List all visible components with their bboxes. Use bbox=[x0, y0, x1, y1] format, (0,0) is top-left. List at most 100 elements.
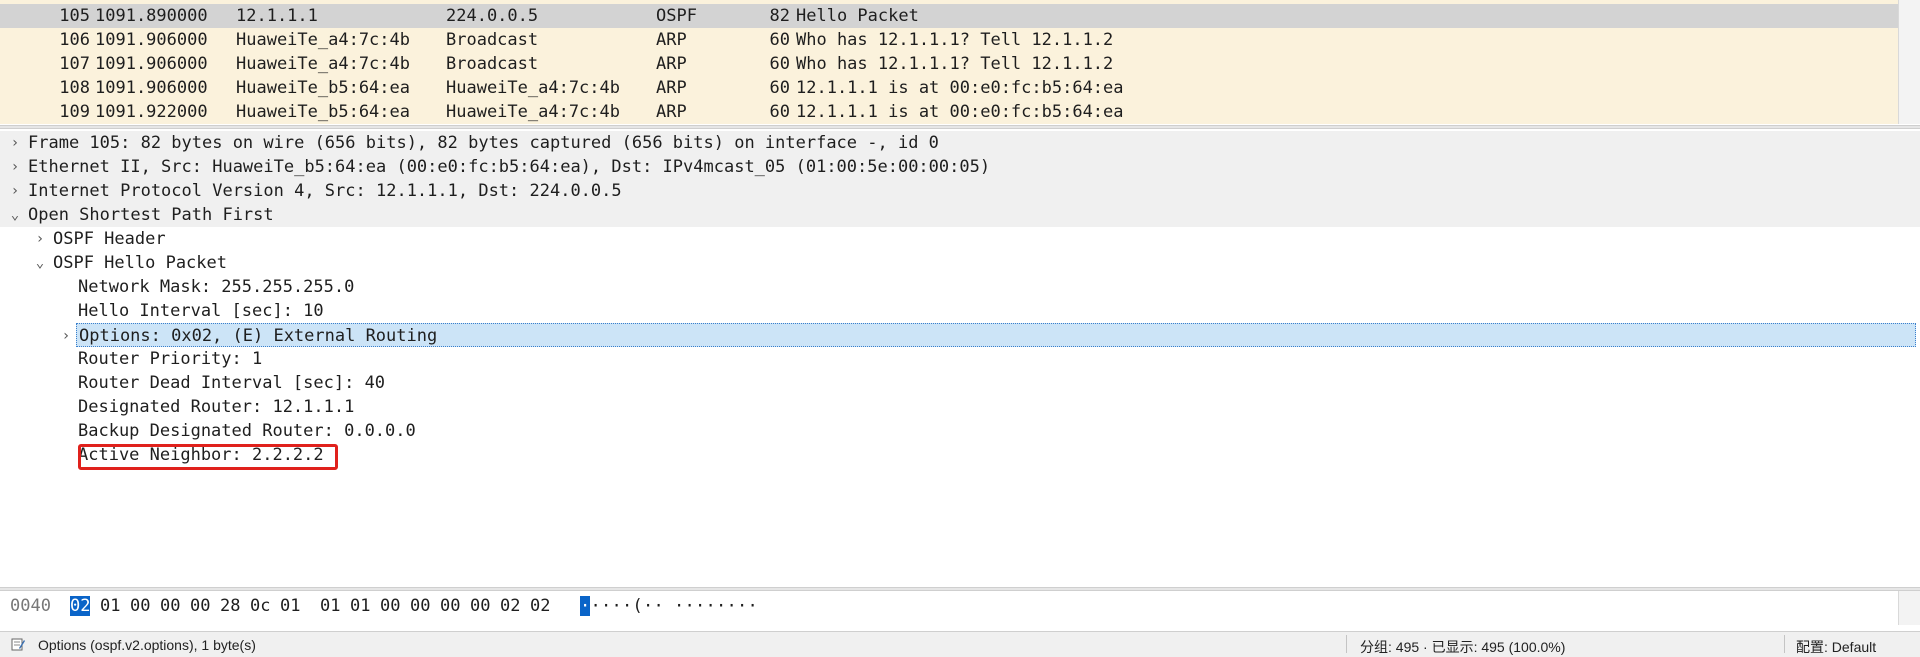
tree-item[interactable]: Router Dead Interval [sec]: 40 bbox=[0, 371, 1920, 395]
collapse-arrow-icon[interactable]: ⌄ bbox=[33, 251, 47, 275]
packet-cell-proto: ARP bbox=[656, 102, 687, 122]
expand-arrow-icon[interactable]: › bbox=[33, 227, 47, 251]
hex-byte[interactable]: 28 bbox=[220, 596, 240, 616]
ascii-char[interactable]: · bbox=[612, 596, 622, 616]
packet-cell-src: HuaweiTe_a4:7c:4b bbox=[236, 30, 410, 50]
packet-detail-tree[interactable]: › Frame 105: 82 bytes on wire (656 bits),… bbox=[0, 131, 1920, 588]
packet-bytes-pane[interactable]: 0040 02 01 00 00 00 28 0c 01 01 01 00 00 00 00 02 02 · · ·… bbox=[0, 591, 1898, 625]
packet-row[interactable]: 106 1091.906000 HuaweiTe_a4:7c:4b Broadcast… bbox=[0, 28, 1898, 52]
packet-row[interactable]: 109 1091.922000 HuaweiTe_b5:64:ea HuaweiTe_… bbox=[0, 100, 1898, 124]
ascii-char[interactable]: · bbox=[695, 596, 705, 616]
hex-byte[interactable]: 00 bbox=[130, 596, 150, 616]
ascii-char[interactable]: ( bbox=[633, 596, 643, 616]
packet-cell-src: HuaweiTe_b5:64:ea bbox=[236, 78, 410, 98]
tree-item[interactable]: › Ethernet II, Src: HuaweiTe_b5:64:ea (00… bbox=[0, 155, 1920, 179]
status-field-info: Options (ospf.v2.options), 1 byte(s) bbox=[38, 637, 256, 653]
status-packet-count: 分组: 495 · 已显示: 495 (100.0%) bbox=[1360, 639, 1566, 655]
tree-item[interactable]: Hello Interval [sec]: 10 bbox=[0, 299, 1920, 323]
ascii-char[interactable]: · bbox=[674, 596, 684, 616]
tree-item[interactable]: Backup Designated Router: 0.0.0.0 bbox=[0, 419, 1920, 443]
ascii-char[interactable]: · bbox=[654, 596, 664, 616]
tree-item-label: Backup Designated Router: 0.0.0.0 bbox=[78, 421, 416, 441]
hex-byte[interactable]: 01 bbox=[350, 596, 370, 616]
ascii-char[interactable]: · bbox=[716, 596, 726, 616]
ascii-char[interactable]: · bbox=[737, 596, 747, 616]
packet-cell-no: 106 bbox=[59, 30, 90, 50]
packet-cell-proto: ARP bbox=[656, 30, 687, 50]
tree-item[interactable]: › Frame 105: 82 bytes on wire (656 bits),… bbox=[0, 131, 1920, 155]
hex-byte[interactable]: 00 bbox=[380, 596, 400, 616]
ascii-char[interactable]: · bbox=[727, 596, 737, 616]
tree-item-label: Ethernet II, Src: HuaweiTe_b5:64:ea (00:… bbox=[28, 157, 991, 177]
tree-item[interactable]: › OSPF Header bbox=[0, 227, 1920, 251]
expand-arrow-icon[interactable]: › bbox=[8, 131, 22, 155]
tree-item[interactable]: Router Priority: 1 bbox=[0, 347, 1920, 371]
ascii-char[interactable]: · bbox=[601, 596, 611, 616]
packet-cell-len: 60 bbox=[769, 54, 790, 74]
status-separator bbox=[1346, 635, 1347, 653]
status-bar: Options (ospf.v2.options), 1 byte(s) 分组:… bbox=[0, 631, 1920, 657]
packet-cell-time: 1091.906000 bbox=[95, 54, 208, 74]
tree-item[interactable]: ⌄ Open Shortest Path First bbox=[0, 203, 1920, 227]
ascii-char[interactable]: · bbox=[580, 596, 591, 616]
expand-arrow-icon[interactable]: › bbox=[59, 324, 73, 348]
hex-byte[interactable]: 02 bbox=[500, 596, 520, 616]
tree-item-label: Router Dead Interval [sec]: 40 bbox=[78, 373, 386, 393]
packet-cell-info: Hello Packet bbox=[796, 6, 919, 26]
hex-byte[interactable]: 00 bbox=[470, 596, 490, 616]
tree-item[interactable]: Network Mask: 255.255.255.0 bbox=[0, 275, 1920, 299]
hex-byte[interactable]: 02 bbox=[530, 596, 550, 616]
expand-arrow-icon[interactable]: › bbox=[8, 155, 22, 179]
hex-byte[interactable]: 00 bbox=[440, 596, 460, 616]
tree-item-label: Hello Interval [sec]: 10 bbox=[78, 301, 324, 321]
status-profile[interactable]: 配置: Default bbox=[1796, 637, 1876, 657]
packet-list-scrollbar[interactable] bbox=[1898, 0, 1920, 124]
packet-cell-time: 1091.890000 bbox=[95, 6, 208, 26]
pane-splitter-top[interactable] bbox=[0, 125, 1920, 129]
tree-item-label: Router Priority: 1 bbox=[78, 349, 263, 369]
ascii-char[interactable]: · bbox=[643, 596, 653, 616]
ascii-char[interactable]: · bbox=[622, 596, 632, 616]
packet-cell-no: 107 bbox=[59, 54, 90, 74]
packet-list[interactable]: 105 1091.890000 12.1.1.1 224.0.0.5 OSPF 82 Hel… bbox=[0, 0, 1898, 124]
packet-cell-dst: HuaweiTe_a4:7c:4b bbox=[446, 102, 620, 122]
packet-row[interactable]: 107 1091.906000 HuaweiTe_a4:7c:4b Broadcast… bbox=[0, 52, 1898, 76]
ascii-char[interactable]: · bbox=[685, 596, 695, 616]
tree-item-label: Internet Protocol Version 4, Src: 12.1.1… bbox=[28, 181, 622, 201]
byte-offset: 0040 bbox=[10, 596, 51, 616]
tree-item-label: OSPF Hello Packet bbox=[53, 253, 227, 273]
packet-row[interactable]: 108 1091.906000 HuaweiTe_b5:64:ea HuaweiTe_… bbox=[0, 76, 1898, 100]
packet-row[interactable]: 105 1091.890000 12.1.1.1 224.0.0.5 OSPF 82 Hel… bbox=[0, 4, 1898, 28]
hex-byte[interactable]: 01 bbox=[320, 596, 340, 616]
hex-byte[interactable]: 00 bbox=[190, 596, 210, 616]
packet-cell-time: 1091.906000 bbox=[95, 78, 208, 98]
packet-cell-len: 60 bbox=[769, 78, 790, 98]
hex-byte[interactable]: 02 bbox=[70, 596, 91, 616]
hex-byte[interactable]: 01 bbox=[280, 596, 300, 616]
tree-item[interactable]: › Options: 0x02, (E) External Routing bbox=[62, 323, 1916, 347]
ascii-char[interactable]: · bbox=[748, 596, 758, 616]
status-separator bbox=[1784, 635, 1785, 653]
ascii-char[interactable]: · bbox=[706, 596, 716, 616]
packet-cell-proto: ARP bbox=[656, 78, 687, 98]
ascii-char[interactable]: · bbox=[591, 596, 601, 616]
packet-cell-src: HuaweiTe_b5:64:ea bbox=[236, 102, 410, 122]
packet-cell-info: Who has 12.1.1.1? Tell 12.1.1.2 bbox=[796, 54, 1114, 74]
packet-cell-dst: Broadcast bbox=[446, 30, 539, 50]
hex-byte[interactable]: 00 bbox=[160, 596, 180, 616]
tree-item[interactable]: Designated Router: 12.1.1.1 bbox=[0, 395, 1920, 419]
hex-byte[interactable]: 00 bbox=[410, 596, 430, 616]
collapse-arrow-icon[interactable]: ⌄ bbox=[8, 203, 22, 227]
edit-comment-icon[interactable] bbox=[10, 636, 26, 652]
hex-byte[interactable]: 01 bbox=[100, 596, 120, 616]
packet-cell-no: 109 bbox=[59, 102, 90, 122]
hex-byte[interactable]: 0c bbox=[250, 596, 270, 616]
packet-cell-no: 105 bbox=[59, 6, 90, 26]
bytes-scrollbar[interactable] bbox=[1898, 591, 1920, 625]
expand-arrow-icon[interactable]: › bbox=[8, 179, 22, 203]
packet-cell-dst: 224.0.0.5 bbox=[446, 6, 539, 26]
tree-item[interactable]: › Internet Protocol Version 4, Src: 12.1.… bbox=[0, 179, 1920, 203]
packet-cell-dst: Broadcast bbox=[446, 54, 539, 74]
packet-cell-proto: OSPF bbox=[656, 6, 697, 26]
tree-item[interactable]: ⌄ OSPF Hello Packet bbox=[0, 251, 1920, 275]
